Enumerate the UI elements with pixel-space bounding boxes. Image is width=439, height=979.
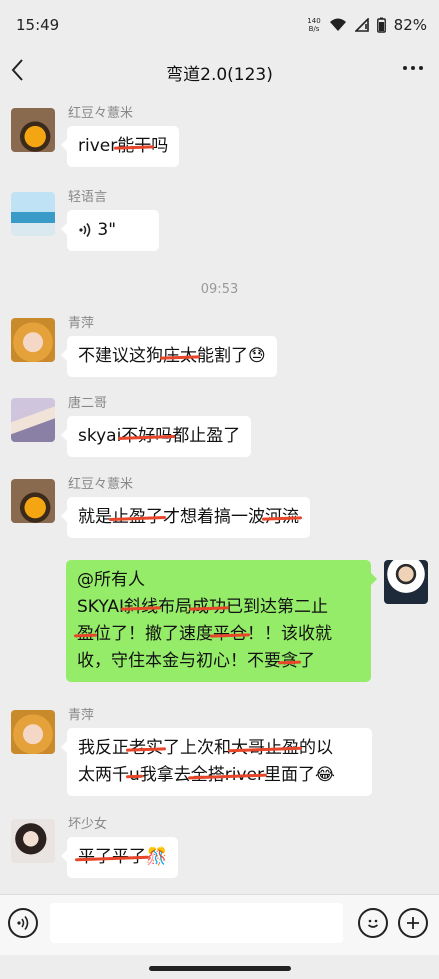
avatar[interactable] [11,192,55,236]
more-icon [403,66,423,70]
avatar[interactable] [11,108,55,152]
sender-name: 青萍 [68,708,95,723]
sender-name: 唐二哥 [68,396,108,411]
voice-duration: 3" [97,220,117,240]
sender-name: 红豆々薏米 [68,106,134,121]
chevron-left-icon [11,59,23,81]
message-bubble[interactable]: @所有人 SKYAI斜线布局成功已到达第二止 盈位了！撤了速度平仓！！该收就 收… [66,560,377,682]
message-bubble[interactable]: skyai不好吗都止盈了 [60,416,252,457]
voice-input-button[interactable] [8,908,38,938]
battery-icon [376,17,386,33]
voice-wave-icon [79,223,91,237]
message-bubble[interactable]: 平了平了🎊 [60,837,179,878]
voice-icon [17,916,29,930]
plus-button[interactable] [398,908,428,938]
emoji-icon [367,919,379,928]
status-icons: 140 B/s 82% [307,16,427,34]
plus-icon [407,917,419,929]
avatar[interactable] [11,710,55,754]
message-list[interactable]: 红豆々薏米 river能干吗 轻语言 3" 09:53 青萍 不建议这狗庄太能割… [0,94,439,894]
input-bar [0,894,439,955]
avatar[interactable] [11,819,55,863]
timestamp: 09:53 [200,282,239,297]
clock: 15:49 [16,16,60,34]
voice-message-bubble[interactable]: 3" [61,210,159,251]
network-speed: 140 B/s [307,17,321,33]
signal-icon [354,18,369,32]
message-bubble[interactable]: 就是止盈了才想着搞一波河流 [61,497,310,538]
wifi-icon [329,18,346,31]
status-bar: 15:49 140 B/s 82% [0,0,439,50]
emoji-button[interactable] [358,908,388,938]
sender-name: 坏少女 [68,817,108,832]
avatar[interactable] [11,318,55,362]
avatar-self[interactable] [384,560,428,604]
avatar[interactable] [11,398,55,442]
message-input[interactable] [50,903,343,943]
sender-name: 轻语言 [68,190,108,205]
chat-title: 弯道2.0(123) [166,64,273,85]
message-bubble[interactable]: 我反正老实了上次和大哥止盈的以 太两千u我拿去全搭river里面了😂 [61,728,372,796]
chat-header: 弯道2.0(123) [0,50,439,94]
avatar[interactable] [11,479,55,523]
more-button[interactable] [401,56,425,85]
home-indicator[interactable] [149,966,291,971]
message-bubble[interactable]: river能干吗 [60,126,180,167]
back-button[interactable] [10,58,24,89]
sender-name: 红豆々薏米 [68,477,134,492]
message-bubble[interactable]: 不建议这狗庄太能割了😓 [61,336,277,377]
sender-name: 青萍 [68,316,95,331]
battery-percent: 82% [393,16,427,34]
